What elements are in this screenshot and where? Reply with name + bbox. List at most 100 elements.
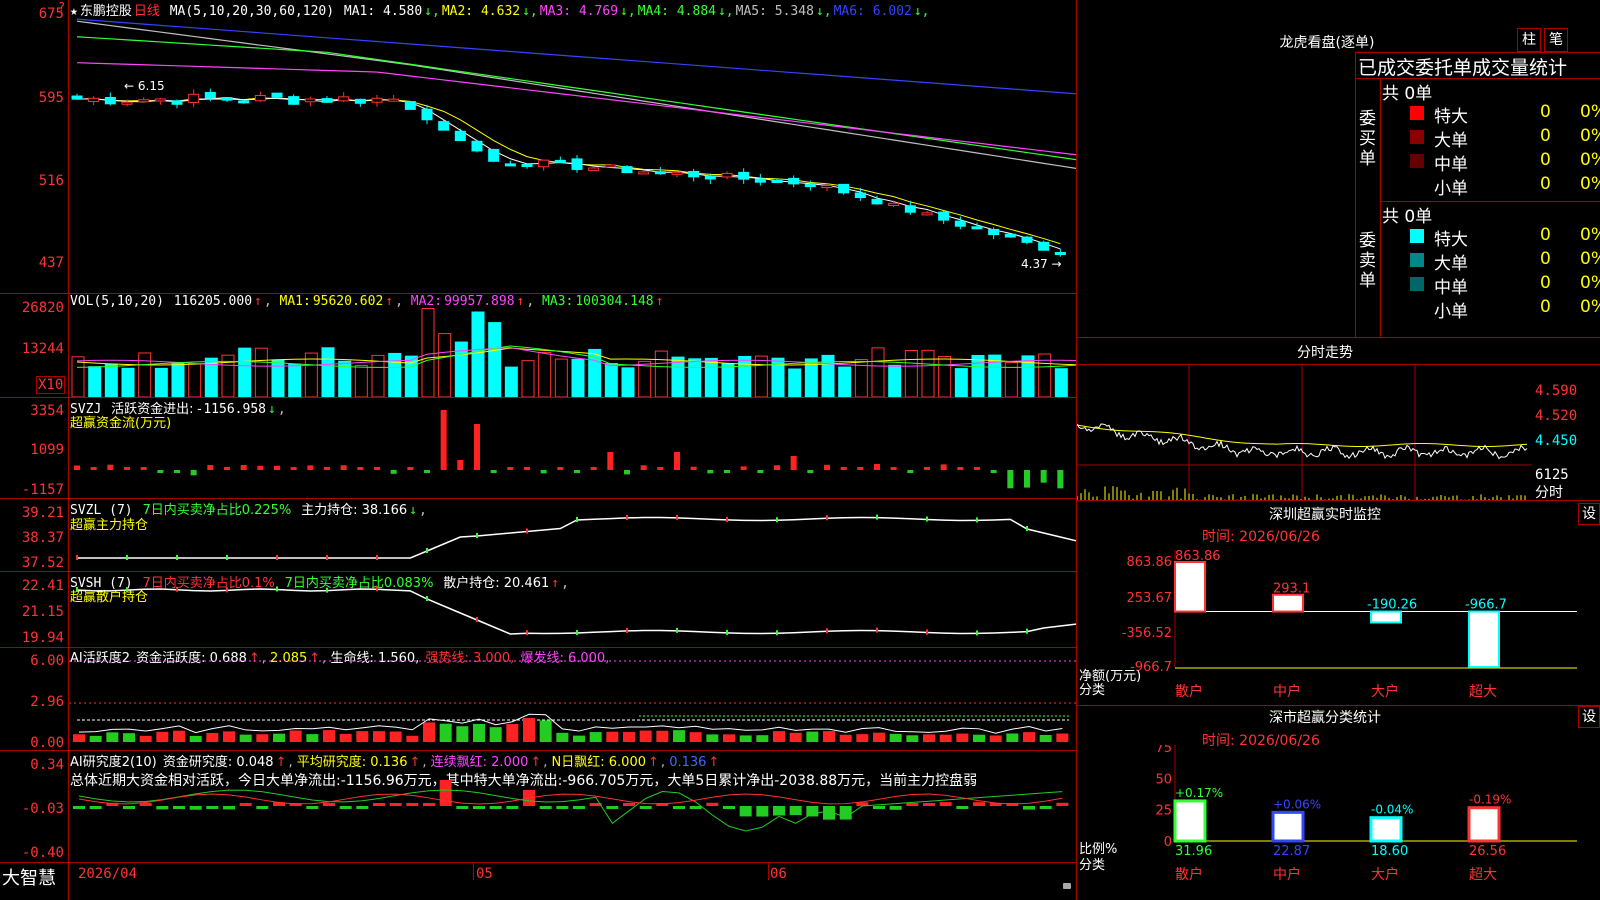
kline-chart[interactable]: ← 6.15 4.37 →: [69, 0, 1076, 293]
svsh-chart[interactable]: [69, 572, 1076, 647]
flow-bar: [1057, 470, 1064, 489]
research-bar: [156, 806, 169, 810]
vol-bar: [171, 362, 185, 397]
main-holding-line-tick: [926, 516, 928, 522]
net-bar: [1272, 593, 1304, 613]
activity-bar: [856, 734, 869, 742]
vol-bar: [571, 358, 585, 397]
vol-bar: [154, 367, 168, 397]
sz-class-chart[interactable]: 75 50 25 0 +0.17% 31.96 散户 +0.06% 22.87 中户 -0.04% 1…: [1077, 745, 1600, 900]
candle: [304, 98, 316, 103]
activity-bar: [356, 731, 369, 742]
activity-bar: [173, 730, 185, 742]
candle: [138, 99, 150, 103]
sz-monitor-settings-button[interactable]: 设: [1578, 503, 1600, 525]
order-size-label: 小单: [1434, 179, 1468, 199]
retail-holding-line-tick: [226, 587, 228, 593]
vol-bar: [1054, 368, 1068, 397]
lock-icon[interactable]: [1063, 883, 1071, 889]
research-bar: [489, 806, 502, 809]
activity-bar: [706, 734, 719, 742]
activity-bar: [489, 727, 502, 742]
research-bar: [573, 806, 585, 809]
research-bar: [539, 806, 552, 809]
research-bar: [706, 802, 719, 806]
bar-value-label: 863.86: [1175, 549, 1221, 564]
flow-bar: [407, 467, 414, 470]
category-label: 大户: [1371, 683, 1399, 700]
bar-mode-button[interactable]: 柱: [1517, 28, 1541, 52]
retail-holding-line-tick: [326, 587, 328, 593]
vol-bar: [404, 355, 418, 397]
intraday-vol-tick: 6125: [1535, 467, 1569, 483]
svzl-chart[interactable]: [69, 499, 1076, 571]
activity-bar: [906, 735, 919, 742]
research-bar: [189, 806, 202, 810]
vol-bar: [654, 350, 668, 397]
category-label: 中户: [1273, 866, 1301, 883]
kline-workspace[interactable]: 675 595 516 437 ? ★ 东鹏控股 日线 MA(5,10,20,30,…: [0, 0, 1077, 900]
sz-monitor-chart[interactable]: 863.86 253.67 -356.52 -966.7 863.86 散户 293.1 中户…: [1077, 540, 1600, 705]
flow-bar: [607, 452, 614, 470]
research-bar: [206, 806, 219, 809]
candle: [704, 175, 716, 180]
main-holding-line: [77, 516, 1076, 559]
flow-bar: [257, 465, 264, 470]
flow-bar: [757, 470, 764, 473]
vol-bar: [271, 359, 285, 397]
bar-value-label: 293.1: [1273, 582, 1310, 597]
candle: [521, 163, 533, 167]
order-size-label: 中单: [1434, 155, 1468, 175]
research-bar: [923, 802, 935, 806]
vol-chart[interactable]: [69, 294, 1076, 397]
activity-bar: [756, 735, 769, 742]
candle: [771, 179, 783, 183]
ai-research-chart[interactable]: [69, 751, 1076, 862]
retail-holding-line-tick: [676, 627, 678, 633]
flow-bar: [640, 465, 647, 470]
candle: [238, 100, 250, 104]
research-bar: [939, 802, 952, 806]
tick-mode-button[interactable]: 笔: [1544, 28, 1568, 52]
svsh-y-tick: 21.15: [21, 604, 64, 620]
flow-bar: [824, 464, 830, 470]
svzj-chart[interactable]: [69, 398, 1076, 498]
svsh-y-tick: 22.41: [21, 578, 64, 594]
flow-bar: [190, 470, 197, 476]
sell-row: 大单 0 0%: [1410, 249, 1600, 274]
x-axis-label: 分类: [1079, 683, 1105, 698]
flow-bar: [107, 464, 114, 470]
svzl-y-tick: 38.37: [21, 530, 64, 546]
x-axis-month: 05: [476, 866, 493, 882]
flow-bar: [490, 470, 497, 473]
y-tick: -356.52: [1122, 626, 1172, 641]
order-count: 0: [1540, 174, 1551, 194]
main-holding-line-tick: [476, 533, 478, 538]
flow-bar: [740, 466, 747, 470]
y-tick: 516: [38, 173, 64, 189]
flow-bar: [524, 467, 530, 470]
ai-active-y-tick: 6.00: [30, 653, 64, 669]
intraday-chart[interactable]: [1077, 365, 1532, 500]
order-percent: 0%: [1580, 150, 1600, 170]
sz-class-settings-button[interactable]: 设: [1578, 706, 1600, 728]
retail-holding-line-tick: [976, 630, 978, 636]
order-count: 0: [1540, 102, 1551, 122]
vol-bar: [354, 364, 368, 397]
category-label: 大户: [1371, 866, 1399, 883]
candle: [371, 97, 383, 103]
flow-bar: [240, 464, 247, 470]
flow-bar: [940, 464, 947, 470]
candle: [388, 98, 400, 102]
flow-bar: [790, 456, 797, 470]
candle: [454, 130, 466, 142]
order-size-label: 大单: [1434, 131, 1468, 151]
flow-bar: [157, 470, 164, 473]
research-bar: [356, 806, 369, 809]
order-percent: 0%: [1580, 273, 1600, 293]
ai-active-chart[interactable]: [69, 648, 1076, 750]
retail-holding-line-tick: [926, 629, 928, 635]
candle: [604, 164, 616, 168]
main-holding-line-tick: [576, 516, 578, 522]
main-holding-line-tick: [1026, 526, 1028, 531]
